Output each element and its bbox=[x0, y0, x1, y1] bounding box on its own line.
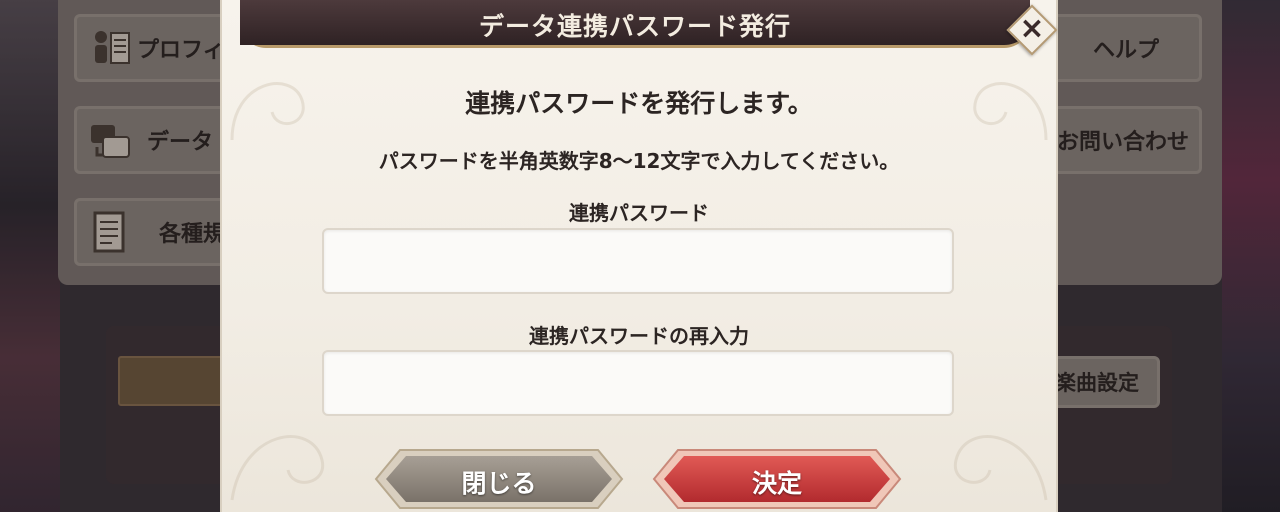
dialog-title-bar: データ連携パスワード発行 bbox=[240, 0, 1030, 48]
confirm-button[interactable]: 決定 bbox=[652, 446, 902, 512]
close-x-button[interactable]: × bbox=[1006, 4, 1058, 56]
confirm-button-label: 決定 bbox=[751, 469, 802, 498]
password-confirm-input[interactable] bbox=[322, 350, 954, 416]
close-button[interactable]: 閉じる bbox=[374, 446, 624, 512]
dialog-instruction: パスワードを半角英数字8～12文字で入力してください。 bbox=[378, 149, 900, 173]
password-label: 連携パスワード bbox=[569, 201, 709, 225]
close-icon: × bbox=[1019, 11, 1045, 46]
dialog-message: 連携パスワードを発行します。 bbox=[465, 89, 813, 118]
password-input[interactable] bbox=[322, 228, 954, 294]
password-confirm-label: 連携パスワードの再入力 bbox=[529, 324, 749, 348]
dialog-title: データ連携パスワード発行 bbox=[478, 12, 791, 41]
close-button-label: 閉じる bbox=[461, 469, 537, 498]
